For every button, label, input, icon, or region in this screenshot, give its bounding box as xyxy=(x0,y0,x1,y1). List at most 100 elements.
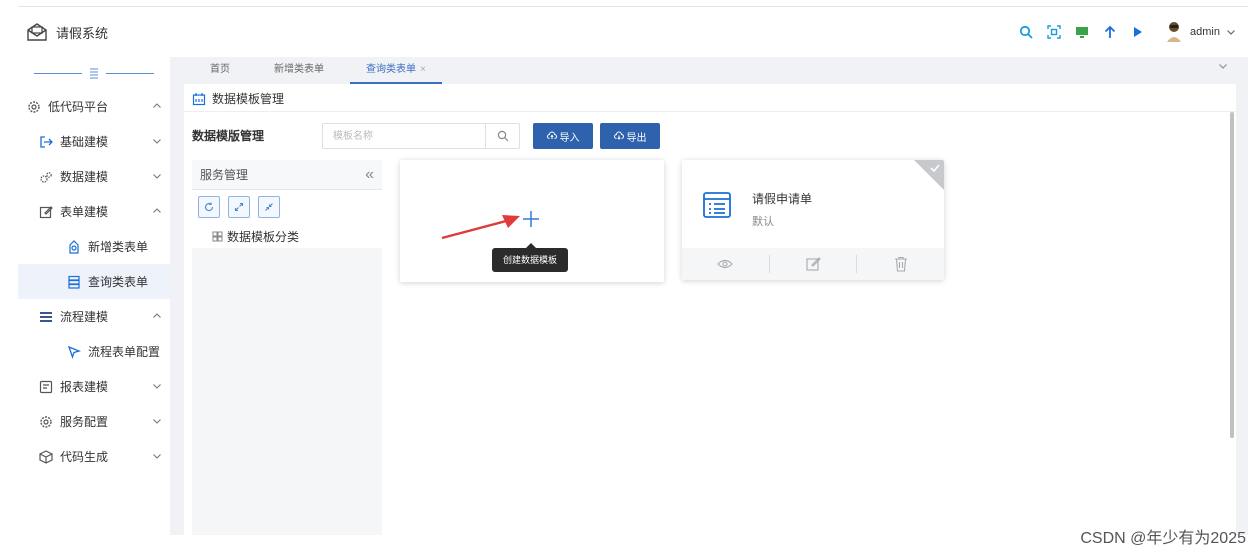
menu-label: 流程表单配置 xyxy=(88,345,161,359)
tree-title: 服务管理 xyxy=(200,168,249,182)
gear-icon xyxy=(26,99,42,115)
page-title: 数据模板管理 xyxy=(192,90,284,107)
search-box xyxy=(322,123,520,149)
menu-label: 流程建模 xyxy=(60,310,109,324)
monitor-icon[interactable] xyxy=(1074,24,1090,40)
menu-data-modeling[interactable]: 数据建模 xyxy=(18,159,170,194)
cloud-download-icon xyxy=(613,131,624,140)
menu-service-config[interactable]: 服务配置 xyxy=(18,404,170,439)
mail-logo-icon xyxy=(27,23,47,41)
refresh-icon xyxy=(204,202,214,212)
menu-basic-modeling[interactable]: 基础建模 xyxy=(18,124,170,159)
avatar xyxy=(1167,22,1182,42)
header-tools: admin xyxy=(1018,21,1236,43)
play-icon[interactable] xyxy=(1130,24,1146,40)
menu-icon xyxy=(38,309,54,325)
create-template-card[interactable]: 创建数据模板 xyxy=(400,160,664,282)
menu-label: 数据建模 xyxy=(60,170,109,184)
chevron-up-icon xyxy=(153,313,161,318)
delete-button[interactable] xyxy=(856,255,944,273)
list-toggle-icon xyxy=(90,68,98,79)
template-actions xyxy=(682,248,944,280)
sidebar-collapse-toggle[interactable] xyxy=(18,57,170,89)
template-name-input[interactable] xyxy=(323,124,485,148)
menu-report-modeling[interactable]: 报表建模 xyxy=(18,369,170,404)
view-button[interactable] xyxy=(682,255,769,273)
cursor-icon xyxy=(66,344,82,360)
menu-form-modeling[interactable]: 表单建模 xyxy=(18,194,170,229)
sidebar: 低代码平台 基础建模 数据建模 表单建模 新增类表单 查询类表单 流程建模 流程… xyxy=(18,57,170,535)
tree-header: 服务管理 « xyxy=(192,160,382,190)
close-icon[interactable]: × xyxy=(420,64,426,75)
menu-label: 报表建模 xyxy=(60,380,109,394)
form-add-icon xyxy=(66,239,82,255)
divider xyxy=(184,111,1236,112)
menu-query-form[interactable]: 查询类表单 xyxy=(18,264,170,299)
plus-icon[interactable] xyxy=(522,210,540,228)
tree-node-label: 数据模板分类 xyxy=(227,229,300,244)
menu-process-form-config[interactable]: 流程表单配置 xyxy=(18,334,170,369)
search-icon xyxy=(497,130,508,142)
tooltip: 创建数据模板 xyxy=(492,243,568,272)
import-label: 导入 xyxy=(559,132,580,144)
import-button[interactable]: 导入 xyxy=(533,123,593,149)
app-header: 请假系统 admin xyxy=(18,7,1248,57)
report-icon xyxy=(38,379,54,395)
calendar-icon xyxy=(192,92,206,105)
expand-icon xyxy=(234,202,244,212)
user-menu[interactable]: admin xyxy=(1164,21,1236,43)
expand-button[interactable] xyxy=(228,196,250,218)
divider-line xyxy=(34,72,82,74)
search-icon[interactable] xyxy=(1018,24,1034,40)
collapse-left-icon[interactable]: « xyxy=(365,166,374,184)
scrollbar[interactable] xyxy=(1230,112,1234,438)
database-icon xyxy=(66,274,82,290)
main-panel: 数据模板管理 数据模版管理 导入 导出 服务管理 « xyxy=(184,84,1236,535)
tab-add-form[interactable]: 新增类表单 xyxy=(274,57,324,84)
menu-process-modeling[interactable]: 流程建模 xyxy=(18,299,170,334)
divider-line xyxy=(106,72,154,74)
tab-query-form[interactable]: 查询类表单 × xyxy=(350,57,442,84)
menu-lowcode-platform[interactable]: 低代码平台 xyxy=(18,89,170,124)
cloud-upload-icon xyxy=(546,131,557,139)
menu-code-generation[interactable]: 代码生成 xyxy=(18,439,170,474)
refresh-button[interactable] xyxy=(198,196,220,218)
export-button[interactable]: 导出 xyxy=(600,123,660,149)
tree-node-template-category[interactable]: 数据模板分类 xyxy=(192,224,382,248)
template-card[interactable]: 请假申请单 默认 xyxy=(682,160,944,280)
chevron-down-icon xyxy=(153,174,161,179)
menu-label: 表单建模 xyxy=(60,205,109,219)
menu-label: 新增类表单 xyxy=(88,240,149,254)
check-icon xyxy=(930,164,940,173)
template-title: 请假申请单 xyxy=(752,192,813,206)
menu-label: 代码生成 xyxy=(60,450,109,464)
chevron-down-icon xyxy=(153,384,161,389)
tab-home[interactable]: 首页 xyxy=(210,57,230,84)
menu-label: 基础建模 xyxy=(60,135,109,149)
toolbar-label: 数据模版管理 xyxy=(192,129,265,143)
tab-label: 首页 xyxy=(210,64,230,75)
service-tree-panel: 服务管理 « 数据模板分类 xyxy=(192,160,382,535)
form-list-icon xyxy=(703,192,731,218)
chevron-down-icon xyxy=(153,454,161,459)
tab-label: 查询类表单 xyxy=(366,64,416,75)
search-button[interactable] xyxy=(485,124,519,148)
username: admin xyxy=(1190,26,1220,38)
chevron-up-icon xyxy=(153,103,161,108)
cube-icon xyxy=(38,449,54,465)
trash-icon xyxy=(894,256,907,272)
edit-button[interactable] xyxy=(768,255,857,273)
brand[interactable]: 请假系统 xyxy=(26,21,108,43)
shrink-button[interactable] xyxy=(258,196,280,218)
grid-icon xyxy=(212,231,223,241)
gear-icon xyxy=(38,414,54,430)
menu-add-form[interactable]: 新增类表单 xyxy=(18,229,170,264)
page-title-text: 数据模板管理 xyxy=(212,92,285,106)
arrow-up-icon[interactable] xyxy=(1102,24,1118,40)
chevron-down-icon[interactable] xyxy=(1218,61,1228,71)
logout-icon xyxy=(38,134,54,150)
shrink-icon xyxy=(265,203,273,211)
app-title: 请假系统 xyxy=(56,25,109,41)
gears-icon xyxy=(38,169,54,185)
fullscreen-icon[interactable] xyxy=(1046,24,1062,40)
